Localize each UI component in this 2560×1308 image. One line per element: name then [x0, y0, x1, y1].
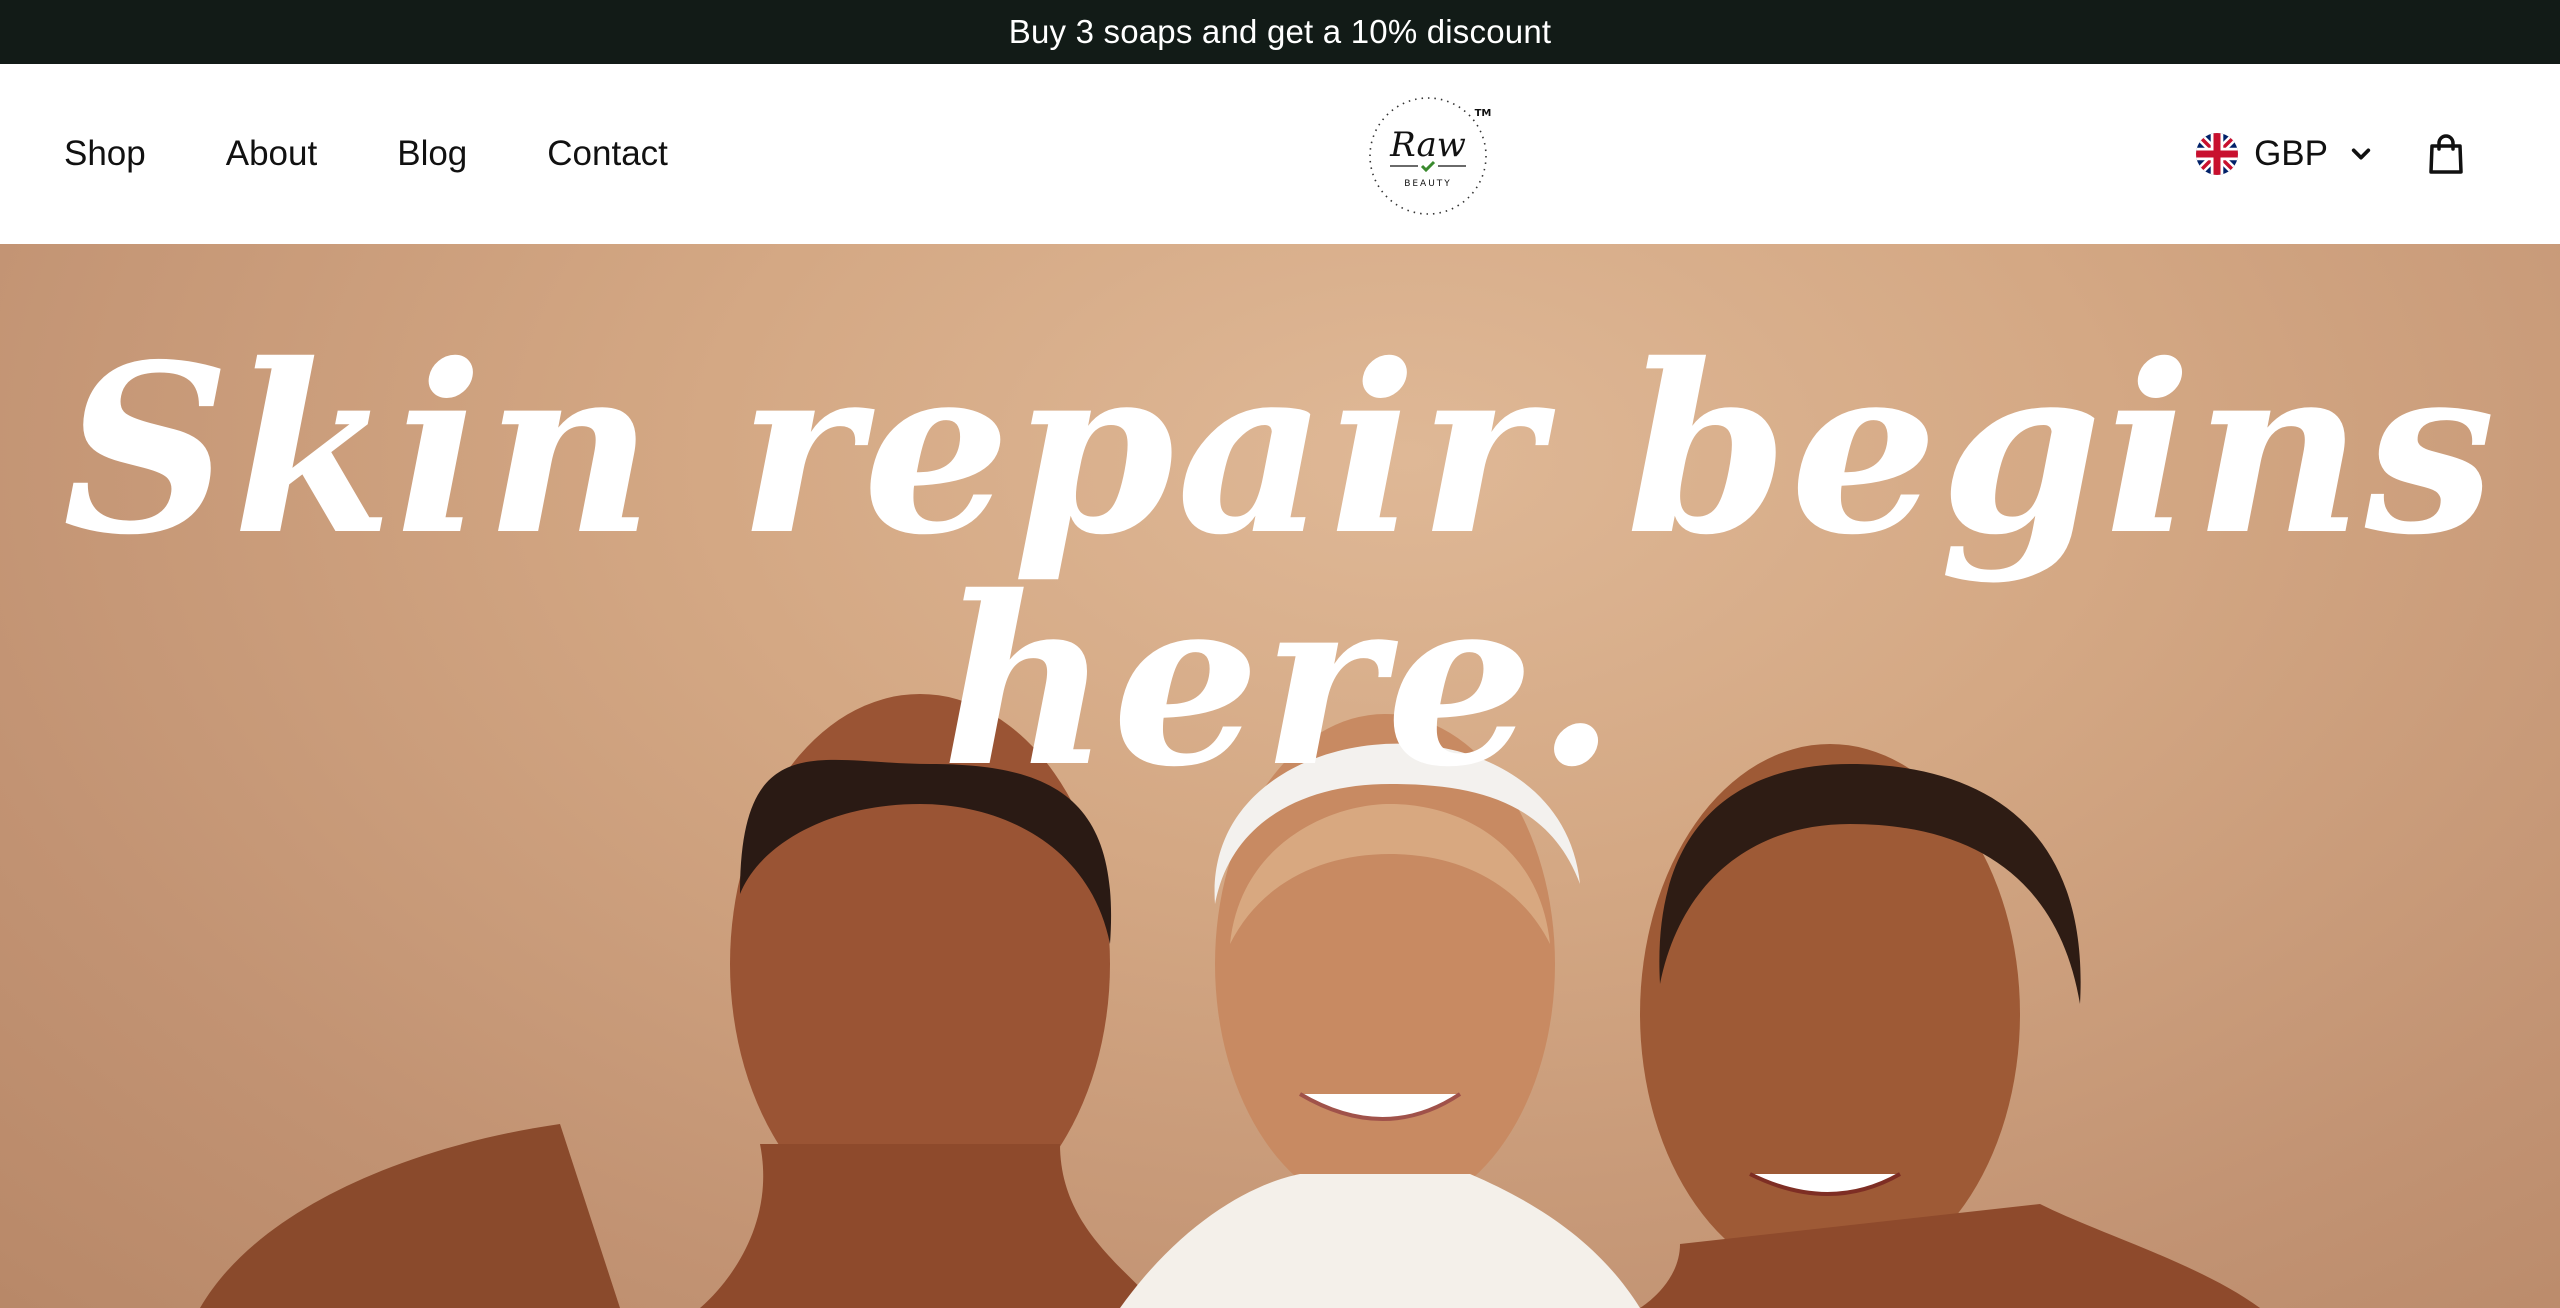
nav-item-contact[interactable]: Contact	[547, 134, 668, 174]
nav-item-about[interactable]: About	[226, 134, 317, 174]
announcement-text: Buy 3 soaps and get a 10% discount	[1008, 13, 1552, 50]
hero-headline: Skin repair begins here.	[62, 313, 2498, 818]
hero-banner: Skin repair begins here.	[0, 244, 2560, 1308]
currency-selector[interactable]: GBP	[2196, 133, 2372, 175]
site-header: Shop About Blog Contact Raw BEAUTY TM GB…	[0, 64, 2560, 244]
main-nav: Shop About Blog Contact	[64, 64, 748, 244]
logo-tm: TM	[1475, 108, 1492, 119]
logo-wordmark: Raw	[1389, 125, 1466, 165]
shopping-bag-icon[interactable]	[2428, 134, 2464, 174]
nav-item-blog[interactable]: Blog	[397, 134, 467, 174]
nav-item-shop[interactable]: Shop	[64, 134, 146, 174]
uk-flag-icon	[2196, 133, 2239, 175]
logo-subtitle: BEAUTY	[1404, 179, 1452, 189]
header-actions: GBP	[2196, 64, 2464, 244]
currency-label: GBP	[2254, 134, 2328, 173]
raw-beauty-logo[interactable]: Raw BEAUTY TM	[1366, 86, 1500, 220]
announcement-bar: Buy 3 soaps and get a 10% discount	[0, 0, 2560, 64]
chevron-down-icon	[2351, 148, 2371, 160]
